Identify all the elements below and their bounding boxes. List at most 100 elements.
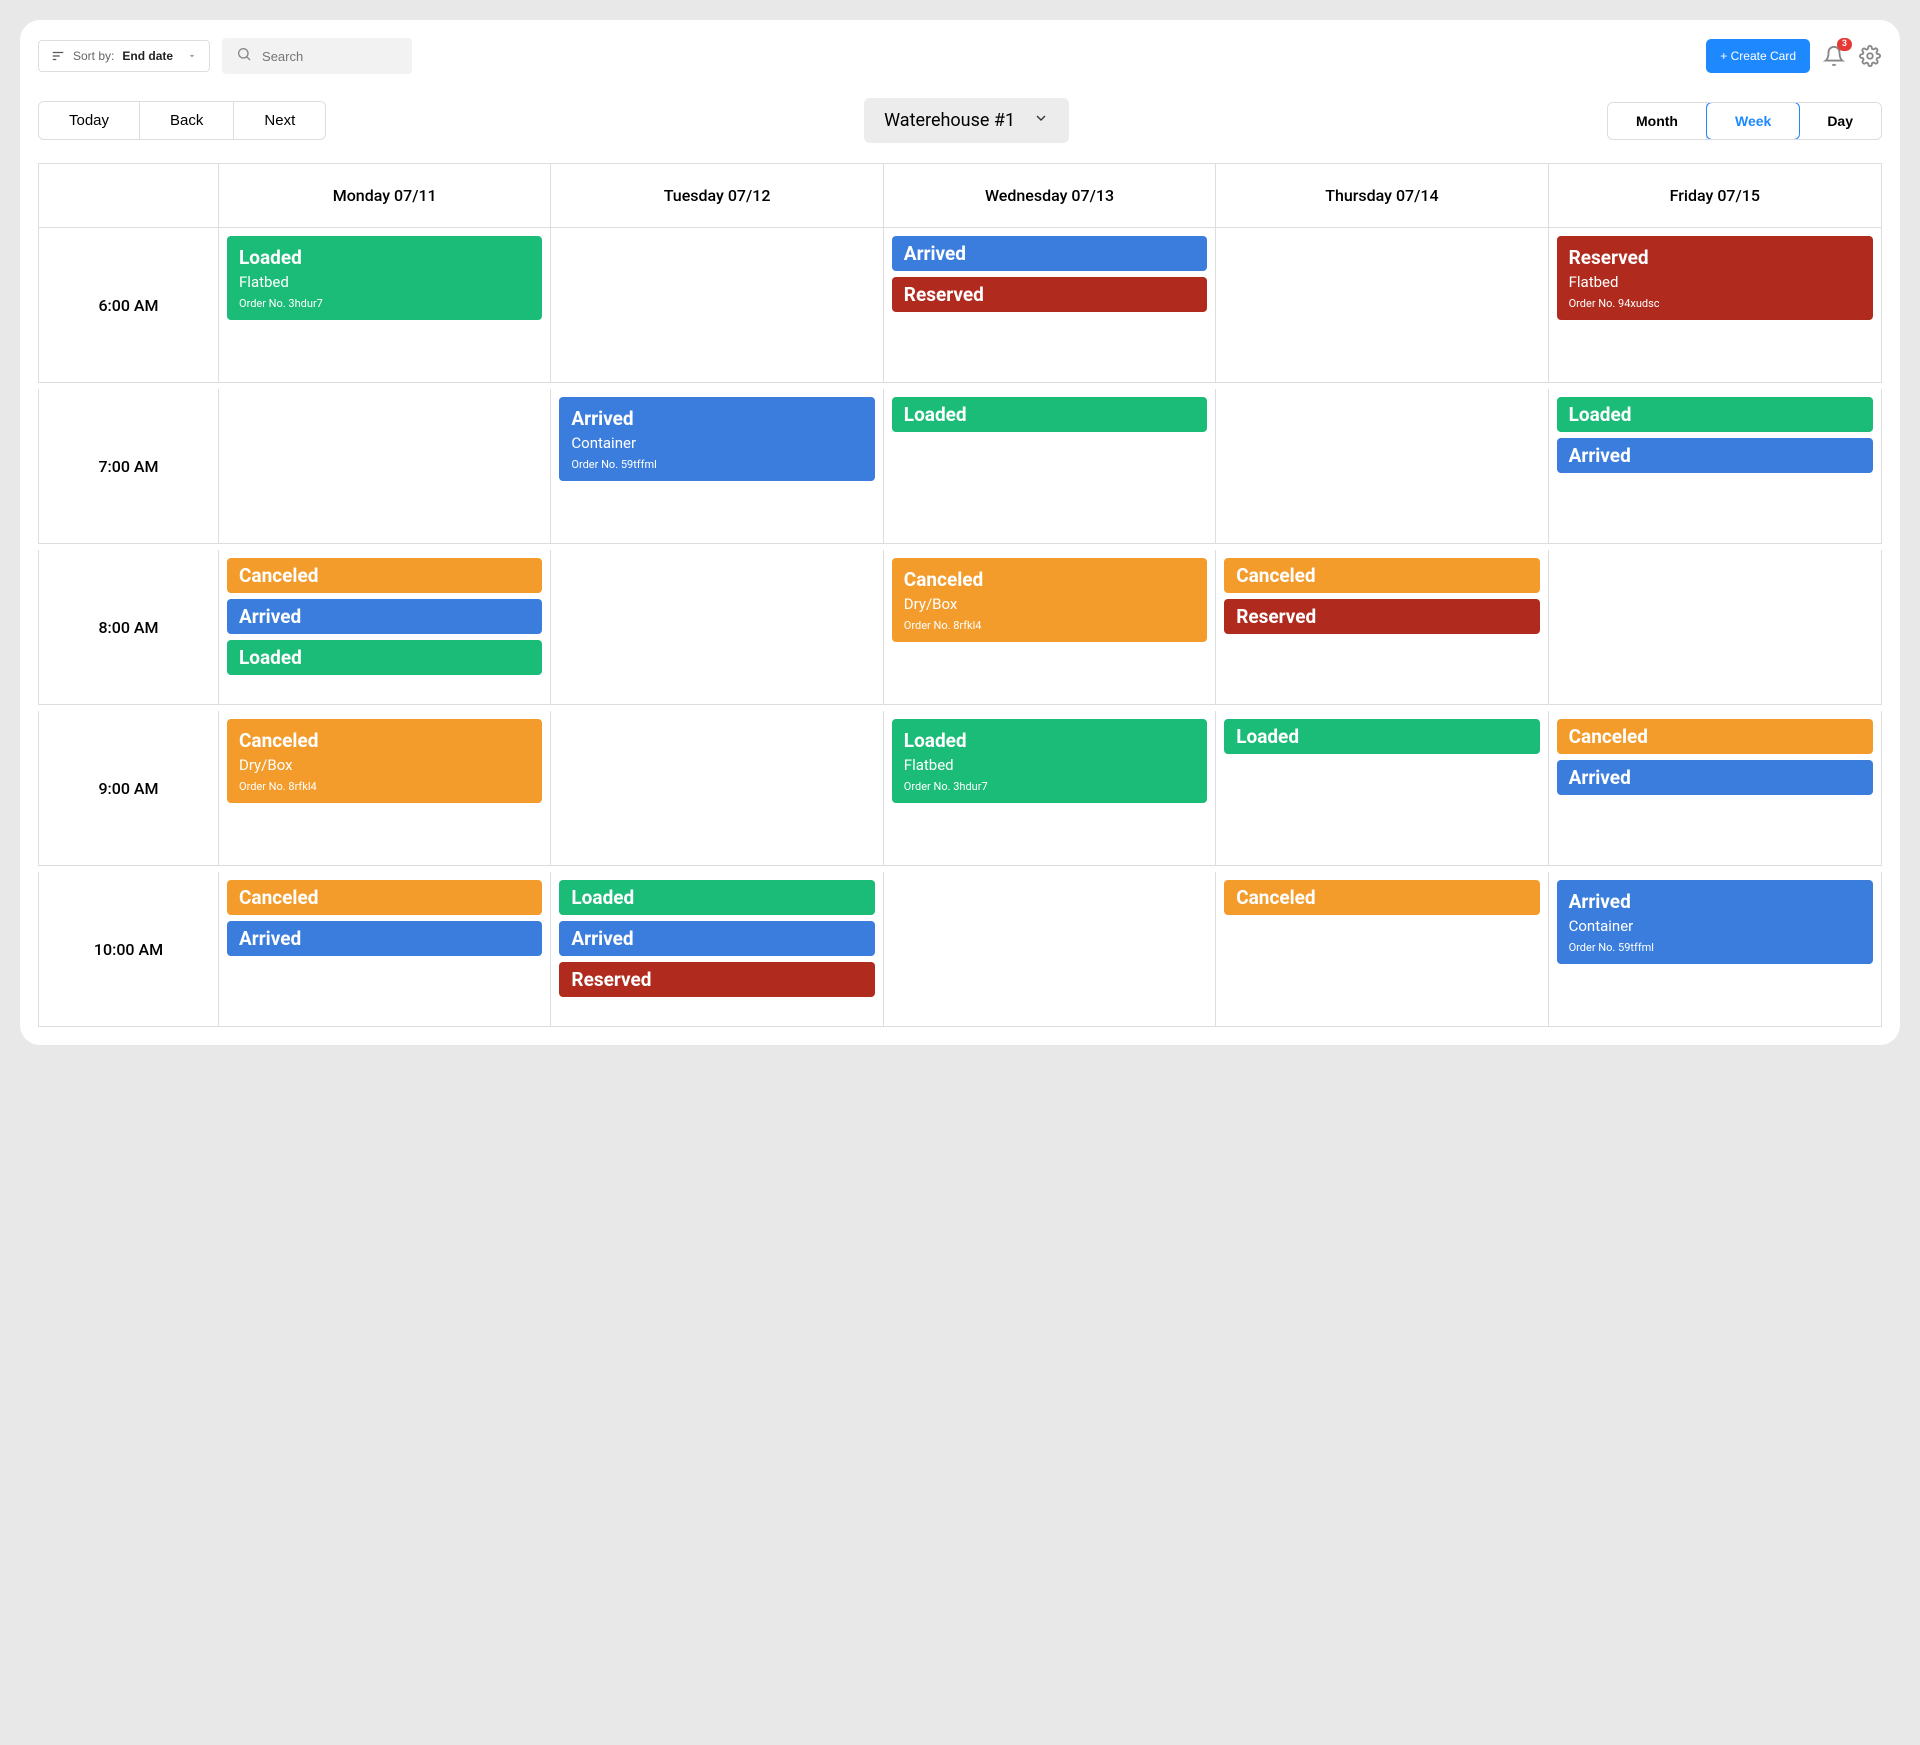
day-cell[interactable]: Loaded [884, 389, 1216, 543]
day-cell[interactable]: ReservedFlatbedOrder No. 94xudsc [1549, 228, 1881, 382]
day-cell[interactable] [219, 389, 551, 543]
event-status: Loaded [571, 886, 862, 909]
event-status: Reserved [1569, 246, 1861, 269]
event-status: Reserved [904, 283, 1195, 306]
event-card[interactable]: ArrivedContainerOrder No. 59tffml [559, 397, 874, 481]
event-status: Loaded [1569, 403, 1861, 426]
view-day-button[interactable]: Day [1799, 103, 1881, 139]
day-cell[interactable]: Loaded [1216, 711, 1548, 865]
event-card[interactable]: Loaded [559, 880, 874, 915]
search-icon [236, 46, 252, 66]
event-card[interactable]: LoadedFlatbedOrder No. 3hdur7 [227, 236, 542, 320]
event-card[interactable]: Loaded [1224, 719, 1539, 754]
day-cell[interactable] [1216, 228, 1548, 382]
day-cell[interactable]: Arrived Reserved [884, 228, 1216, 382]
time-cell: 8:00 AM [39, 550, 219, 704]
time-cell: 9:00 AM [39, 711, 219, 865]
notifications-button[interactable]: 3 [1822, 44, 1846, 68]
event-card[interactable]: Arrived [227, 599, 542, 634]
event-type: Container [1569, 917, 1861, 935]
calendar-row: 10:00 AMCanceledArrivedLoadedArrivedRese… [38, 872, 1882, 1027]
day-cell[interactable] [1216, 389, 1548, 543]
event-type: Flatbed [239, 273, 530, 291]
back-button[interactable]: Back [140, 102, 234, 139]
event-type: Container [571, 434, 862, 452]
calendar-row: 6:00 AMLoadedFlatbedOrder No. 3hdur7Arri… [38, 228, 1882, 383]
event-card[interactable]: Arrived [1557, 438, 1873, 473]
day-cell[interactable]: Loaded Arrived Reserved [551, 872, 883, 1026]
event-status: Reserved [1236, 605, 1527, 628]
event-card[interactable]: Canceled [1224, 558, 1539, 593]
event-card[interactable]: ReservedFlatbedOrder No. 94xudsc [1557, 236, 1873, 320]
day-cell[interactable]: Canceled Arrived Loaded [219, 550, 551, 704]
day-cell[interactable] [884, 872, 1216, 1026]
event-card[interactable]: Canceled [227, 880, 542, 915]
controls-row: Today Back Next Waterehouse #1 Month Wee… [38, 98, 1882, 143]
day-cell[interactable]: Loaded Arrived [1549, 389, 1881, 543]
sort-label: Sort by: [73, 49, 114, 63]
event-card[interactable]: Arrived [227, 921, 542, 956]
event-card[interactable]: Arrived [892, 236, 1207, 271]
event-card[interactable]: Loaded [1557, 397, 1873, 432]
day-cell[interactable] [551, 228, 883, 382]
day-cell[interactable]: Canceled [1216, 872, 1548, 1026]
time-cell: 7:00 AM [39, 389, 219, 543]
view-month-button[interactable]: Month [1608, 103, 1707, 139]
event-card[interactable]: Arrived [1557, 760, 1873, 795]
day-cell[interactable]: ArrivedContainerOrder No. 59tffml [1549, 872, 1881, 1026]
calendar: Monday 07/11 Tuesday 07/12 Wednesday 07/… [38, 163, 1882, 1027]
event-card[interactable]: Canceled [1557, 719, 1873, 754]
event-order: Order No. 3hdur7 [239, 297, 530, 310]
event-status: Reserved [571, 968, 862, 991]
event-card[interactable]: Canceled Dry/Box Order No. 8rfkl4 [892, 558, 1207, 642]
day-cell[interactable]: Canceled Arrived [1549, 711, 1881, 865]
day-cell[interactable] [1549, 550, 1881, 704]
event-card[interactable]: Loaded [892, 397, 1207, 432]
view-group: Month Week Day [1607, 102, 1882, 140]
today-button[interactable]: Today [39, 102, 140, 139]
event-card[interactable]: Canceled [1224, 880, 1539, 915]
event-card[interactable]: ArrivedContainerOrder No. 59tffml [1557, 880, 1873, 964]
day-cell[interactable]: LoadedFlatbedOrder No. 3hdur7 [219, 228, 551, 382]
event-card[interactable]: Reserved [1224, 599, 1539, 634]
day-cell[interactable] [551, 711, 883, 865]
create-card-button[interactable]: + Create Card [1706, 39, 1810, 73]
event-status: Arrived [904, 242, 1195, 265]
day-cell[interactable] [551, 550, 883, 704]
event-order: Order No. 8rfkl4 [904, 619, 1195, 632]
event-card[interactable]: Arrived [559, 921, 874, 956]
event-card[interactable]: Reserved [892, 277, 1207, 312]
event-card[interactable]: Reserved [559, 962, 874, 997]
event-status: Loaded [904, 729, 1195, 752]
header-day: Wednesday 07/13 [884, 164, 1216, 227]
event-order: Order No. 3hdur7 [904, 780, 1195, 793]
search-input[interactable] [262, 49, 398, 64]
event-status: Arrived [1569, 766, 1861, 789]
event-status: Canceled [904, 568, 1195, 591]
sort-icon [51, 49, 65, 63]
calendar-header: Monday 07/11 Tuesday 07/12 Wednesday 07/… [38, 163, 1882, 228]
event-card[interactable]: Loaded [227, 640, 542, 675]
day-cell[interactable]: CanceledDry/BoxOrder No. 8rfkl4 [219, 711, 551, 865]
day-cell[interactable]: Canceled Reserved [1216, 550, 1548, 704]
sort-button[interactable]: Sort by: End date [38, 40, 210, 72]
event-type: Dry/Box [904, 595, 1195, 613]
event-order: Order No. 8rfkl4 [239, 780, 530, 793]
day-cell[interactable]: Canceled Arrived [219, 872, 551, 1026]
event-status: Arrived [1569, 890, 1861, 913]
time-cell: 6:00 AM [39, 228, 219, 382]
event-card[interactable]: CanceledDry/BoxOrder No. 8rfkl4 [227, 719, 542, 803]
next-button[interactable]: Next [234, 102, 325, 139]
day-cell[interactable]: Canceled Dry/Box Order No. 8rfkl4 [884, 550, 1216, 704]
event-card[interactable]: Canceled [227, 558, 542, 593]
warehouse-select[interactable]: Waterehouse #1 [864, 98, 1069, 143]
app-container: Sort by: End date + Create Card 3 Today … [20, 20, 1900, 1045]
view-week-button[interactable]: Week [1706, 102, 1800, 140]
settings-button[interactable] [1858, 44, 1882, 68]
event-card[interactable]: LoadedFlatbedOrder No. 3hdur7 [892, 719, 1207, 803]
search-box[interactable] [222, 38, 412, 74]
day-cell[interactable]: ArrivedContainerOrder No. 59tffml [551, 389, 883, 543]
gear-icon [1859, 45, 1881, 67]
day-cell[interactable]: LoadedFlatbedOrder No. 3hdur7 [884, 711, 1216, 865]
header-empty [39, 164, 219, 227]
